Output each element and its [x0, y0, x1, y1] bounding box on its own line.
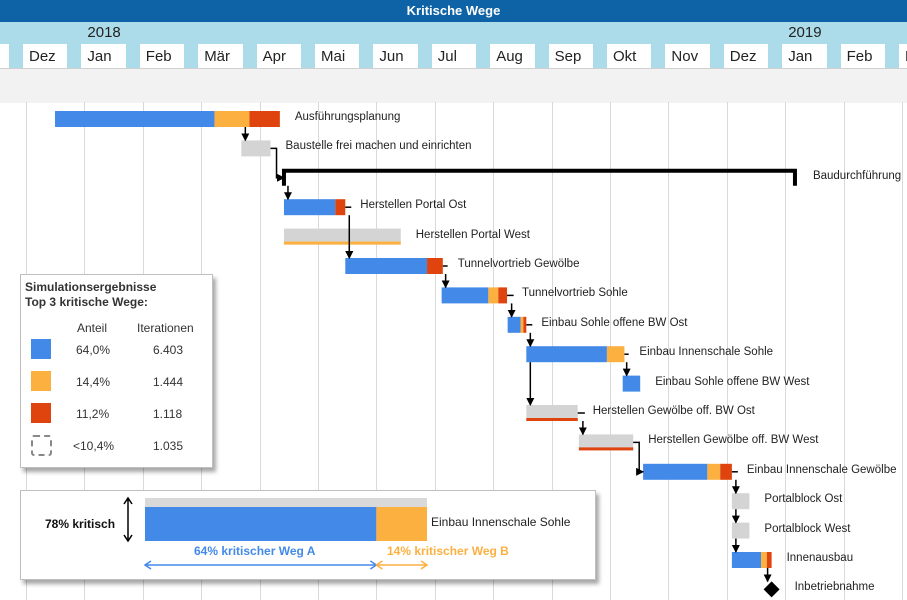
- task-label: Einbau Sohle offene BW West: [655, 375, 810, 388]
- legend-swatch-blue: [31, 339, 51, 359]
- bar-segment: [241, 140, 271, 157]
- bar-segment: [731, 493, 750, 510]
- bar-underline: [578, 447, 634, 451]
- bar-segment: [335, 199, 346, 216]
- legend-box: Simulationsergebnisse Top 3 kritische We…: [20, 274, 213, 468]
- task-bar: [283, 228, 401, 245]
- task-bar: [622, 375, 641, 392]
- task-label: Einbau Innenschale Gewölbe: [746, 463, 897, 476]
- inset-gray-strip: [145, 498, 427, 508]
- task-bar: [643, 463, 732, 480]
- task-bar: [578, 434, 634, 451]
- task-label: Baudurchführung: [812, 169, 902, 182]
- legend-iterations: 1.444: [153, 375, 184, 389]
- task-label: Herstellen Portal Ost: [360, 199, 467, 212]
- bar-segment: [766, 552, 772, 568]
- task-bar: [441, 287, 508, 304]
- task-bar: [731, 493, 750, 510]
- task-label: Innenausbau: [786, 552, 854, 564]
- legend-share: 64,0%: [76, 343, 111, 357]
- bar-segment: [283, 199, 336, 216]
- task-bar: [731, 522, 750, 539]
- task-label: Herstellen Gewölbe off. BW Ost: [592, 405, 755, 417]
- milestone-marker: [763, 581, 780, 598]
- bar-segment: [761, 552, 767, 568]
- inset-bar-a: [145, 507, 377, 541]
- task-label: Baustelle frei machen und einrichten: [285, 140, 472, 153]
- bar-segment: [214, 111, 250, 127]
- inset-path-a-arrow: [143, 560, 378, 570]
- task-bar: [526, 346, 625, 363]
- inset-critical-arrow: [123, 496, 133, 543]
- bar-underline: [283, 241, 401, 245]
- legend-col-iterations: Iterationen: [137, 321, 194, 335]
- bar-segment: [526, 346, 607, 363]
- bar-segment: [55, 111, 215, 127]
- legend-swatch-dashed: [31, 435, 52, 456]
- legend-share: 14,4%: [76, 375, 111, 389]
- bar-underline: [526, 418, 578, 421]
- task-label: Herstellen Portal West: [415, 228, 530, 241]
- dependency-link: [633, 441, 645, 476]
- bar-segment: [520, 316, 524, 333]
- bar-segment: [731, 522, 750, 539]
- task-bar: [507, 316, 527, 333]
- task-bar: [283, 199, 346, 216]
- task-bar: [241, 140, 271, 157]
- bar-segment: [498, 287, 508, 304]
- bar-segment: [488, 287, 499, 304]
- legend-col-share: Anteil: [77, 321, 108, 335]
- legend-iterations: 1.118: [153, 407, 183, 421]
- gantt-view: Kritische Wege Dez Jan Feb Mär Apr Mai Jun Jul A…: [0, 0, 907, 600]
- legend-title-line1: Simulationsergebnisse: [25, 280, 157, 294]
- summary-bar: [281, 168, 797, 186]
- inset-path-b-arrow: [375, 560, 429, 570]
- task-label: Herstellen Gewölbe off. BW West: [648, 434, 819, 447]
- bar-segment: [707, 463, 721, 480]
- legend-swatch-red: [31, 403, 51, 423]
- bar-segment: [606, 346, 625, 363]
- bar-segment: [507, 316, 521, 333]
- bar-segment: [622, 375, 641, 392]
- bar-segment: [731, 552, 762, 568]
- inset-path-b-label: 14% kritischer Weg B: [387, 544, 509, 558]
- task-label: Einbau Innenschale Sohle: [639, 346, 774, 359]
- task-label: Einbau Sohle offene BW Ost: [541, 316, 688, 329]
- inset-task-label: Einbau Innenschale Sohle: [431, 515, 571, 529]
- dependency-link: [270, 147, 285, 182]
- task-label: Tunnelvortrieb Sohle: [522, 287, 628, 300]
- task-label: Portalblock Ost: [764, 493, 843, 506]
- legend-share: 11,2%: [76, 407, 110, 421]
- task-label: Inbetriebnahme: [794, 581, 875, 594]
- bar-segment: [523, 316, 527, 333]
- bar-segment: [720, 463, 732, 480]
- task-bar: [345, 258, 443, 274]
- task-label: Portalblock West: [764, 522, 851, 535]
- task-label: Ausführungsplanung: [294, 111, 401, 123]
- legend-iterations: 1.035: [153, 439, 184, 453]
- legend-swatch-orange: [31, 371, 51, 391]
- bar-segment: [427, 258, 443, 274]
- legend-share: <10,4%: [73, 439, 115, 453]
- task-label: Tunnelvortrieb Gewölbe: [457, 258, 580, 270]
- inset-bar-b: [376, 507, 427, 541]
- legend-iterations: 6.403: [153, 343, 184, 357]
- bar-segment: [345, 258, 428, 274]
- inset-graphic: [123, 496, 429, 570]
- task-bar: [526, 405, 578, 421]
- inset-box: 78% kritisch Einbau Innenschale Sohle 64…: [20, 490, 596, 580]
- legend-title: Simulationsergebnisse Top 3 kritische We…: [25, 280, 156, 310]
- inset-path-a-label: 64% kritischer Weg A: [194, 544, 316, 558]
- bar-segment: [643, 463, 708, 480]
- task-bar: [55, 111, 280, 127]
- task-bar: [731, 552, 772, 568]
- bar-segment: [441, 287, 489, 304]
- bar-segment: [249, 111, 280, 127]
- legend-title-line2: Top 3 kritische Wege:: [25, 295, 148, 309]
